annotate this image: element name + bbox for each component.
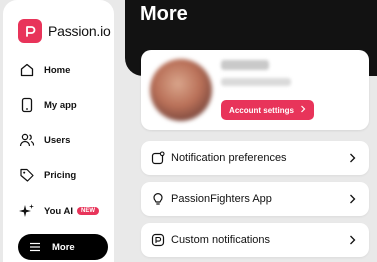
sidebar-item-more[interactable]: More <box>18 234 108 260</box>
phone-icon <box>18 96 36 114</box>
home-icon <box>18 61 36 79</box>
blurred-user-email <box>221 78 291 86</box>
blurred-user-name <box>221 60 269 70</box>
menu-icon <box>26 238 44 256</box>
chevron-right-icon <box>300 105 306 115</box>
row-label: Custom notifications <box>171 234 271 246</box>
sidebar-item-my-app[interactable]: My app <box>18 92 114 118</box>
tag-icon <box>18 166 36 184</box>
sidebar-item-label: Pricing <box>44 169 77 181</box>
account-settings-button[interactable]: Account settings <box>221 100 314 120</box>
sidebar-item-users[interactable]: Users <box>18 127 114 153</box>
new-badge: NEW <box>77 207 100 215</box>
sidebar-item-label: Users <box>44 134 71 146</box>
sidebar-item-home[interactable]: Home <box>18 57 114 83</box>
passion-logo-icon <box>18 19 42 43</box>
notification-icon <box>151 151 165 165</box>
avatar <box>150 59 212 121</box>
brand: Passion.io <box>18 19 111 43</box>
sidebar-item-pricing[interactable]: Pricing <box>18 162 114 188</box>
bulb-icon <box>151 192 165 206</box>
custom-notification-icon <box>151 233 165 247</box>
users-icon <box>18 131 36 149</box>
account-settings-label: Account settings <box>229 105 294 115</box>
row-passionfighters-app[interactable]: PassionFighters App <box>141 182 369 216</box>
row-label: Notification preferences <box>171 152 287 164</box>
profile-card: Account settings <box>141 50 369 130</box>
sidebar-item-label: More <box>52 241 75 253</box>
chevron-right-icon <box>349 194 357 204</box>
chevron-right-icon <box>349 235 357 245</box>
page-title: More <box>140 3 188 25</box>
sidebar-item-you-ai[interactable]: You AI NEW <box>18 198 114 224</box>
row-label: PassionFighters App <box>171 193 272 205</box>
chevron-right-icon <box>349 153 357 163</box>
row-custom-notifications[interactable]: Custom notifications <box>141 223 369 257</box>
row-notification-preferences[interactable]: Notification preferences <box>141 141 369 175</box>
brand-name: Passion.io <box>48 23 111 39</box>
sidebar-item-label: You AI <box>44 205 74 217</box>
sidebar-item-label: Home <box>44 64 71 76</box>
sidebar: Passion.io Home My app Users Pricing You… <box>3 0 114 262</box>
sparkle-icon <box>18 202 36 220</box>
sidebar-item-label: My app <box>44 99 77 111</box>
